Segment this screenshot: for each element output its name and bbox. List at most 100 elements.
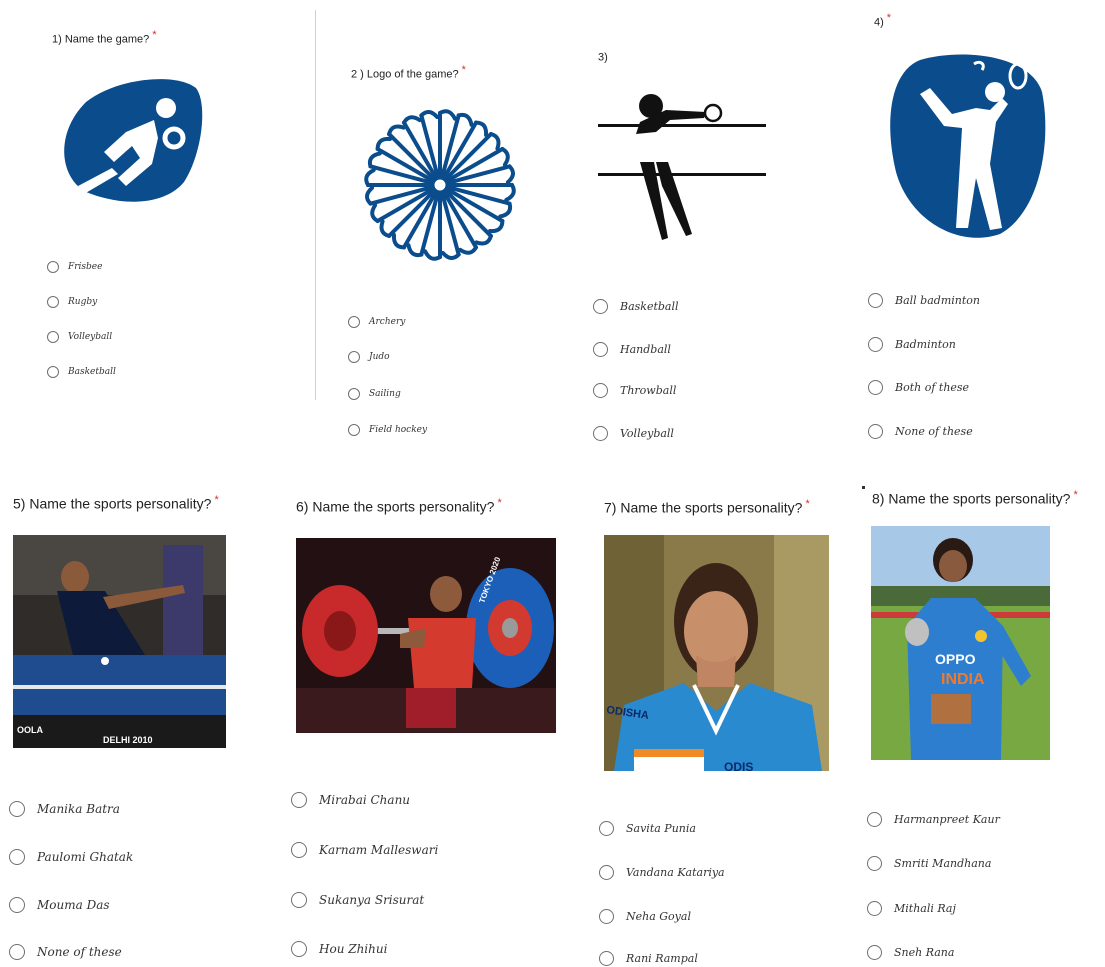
- radio-button[interactable]: [867, 856, 882, 871]
- q8-option-3[interactable]: Mithali Raj: [867, 901, 956, 916]
- q6-option-3[interactable]: Sukanya Srisurat: [291, 892, 424, 908]
- radio-button[interactable]: [868, 380, 883, 395]
- radio-button[interactable]: [9, 944, 25, 960]
- wheel-spoke-hook: [498, 201, 513, 219]
- q2-option-4[interactable]: Field hockey: [348, 424, 427, 436]
- q7-option-2[interactable]: Vandana Katariya: [599, 865, 725, 880]
- radio-button[interactable]: [599, 821, 614, 836]
- q8-option-4[interactable]: Sneh Rana: [867, 945, 954, 960]
- q2-option-2[interactable]: Judo: [348, 351, 390, 363]
- wheel-spoke-hook: [474, 233, 493, 246]
- svg-text:DELHI 2010: DELHI 2010: [103, 735, 153, 745]
- q8-option-2[interactable]: Smriti Mandhana: [867, 856, 991, 871]
- radio-button[interactable]: [867, 901, 882, 916]
- wheel-spoke-hook: [458, 245, 478, 255]
- question-1-title: 1) Name the game? *: [52, 29, 157, 46]
- hockey-player-photo: ODISHA ODIS: [604, 535, 829, 771]
- radio-button[interactable]: [868, 337, 883, 352]
- q7-option-1[interactable]: Savita Punia: [599, 821, 696, 836]
- question-6-title: 6) Name the sports personality? *: [296, 497, 502, 515]
- q5-option-1[interactable]: Manika Batra: [9, 801, 120, 817]
- wheel-hub: [431, 176, 449, 194]
- radio-button[interactable]: [47, 296, 59, 308]
- question-8-title: 8) Name the sports personality? *: [872, 489, 1078, 507]
- q5-option-2[interactable]: Paulomi Ghatak: [9, 849, 133, 865]
- handball-pictogram-icon: [56, 74, 204, 211]
- question-7-title: 7) Name the sports personality? *: [604, 498, 810, 516]
- wheel-spoke-hook: [365, 185, 375, 206]
- radio-button[interactable]: [868, 293, 883, 308]
- radio-button[interactable]: [348, 424, 360, 436]
- radio-button[interactable]: [593, 299, 608, 314]
- q1-option-1[interactable]: Frisbee: [47, 261, 102, 273]
- question-5-title: 5) Name the sports personality? *: [13, 494, 219, 512]
- radio-button[interactable]: [47, 366, 59, 378]
- radio-button[interactable]: [593, 383, 608, 398]
- q6-option-2[interactable]: Karnam Malleswari: [291, 842, 438, 858]
- wheel-spoke-hook: [505, 164, 515, 185]
- radio-button[interactable]: [599, 909, 614, 924]
- required-star: *: [461, 64, 466, 76]
- wheel-spoke-hook: [375, 136, 392, 151]
- required-star: *: [805, 498, 810, 510]
- q4-option-1[interactable]: Ball badminton: [868, 293, 980, 308]
- radio-button[interactable]: [348, 351, 360, 363]
- cricketer-photo: OPPO INDIA: [871, 526, 1050, 760]
- q7-option-4[interactable]: Rani Rampal: [599, 951, 698, 966]
- radio-button[interactable]: [348, 316, 360, 328]
- radio-button[interactable]: [868, 424, 883, 439]
- column-divider: [315, 10, 316, 400]
- radio-button[interactable]: [867, 945, 882, 960]
- required-star: *: [1073, 489, 1078, 501]
- q3-option-4[interactable]: Volleyball: [593, 426, 674, 441]
- required-star: *: [497, 497, 502, 509]
- q4-option-4[interactable]: None of these: [868, 424, 973, 439]
- q1-option-3[interactable]: Volleyball: [47, 331, 112, 343]
- q5-option-3[interactable]: Mouma Das: [9, 897, 110, 913]
- wheel-spoke-hook: [423, 249, 442, 261]
- radio-button[interactable]: [9, 801, 25, 817]
- radio-button[interactable]: [593, 426, 608, 441]
- radio-button[interactable]: [9, 897, 25, 913]
- wheel-spoke-hook: [438, 109, 457, 121]
- radio-button[interactable]: [291, 892, 307, 908]
- q6-option-4[interactable]: Hou Zhihui: [291, 941, 387, 957]
- radio-button[interactable]: [47, 261, 59, 273]
- radio-button[interactable]: [599, 951, 614, 966]
- wheel-spoke-hook: [406, 243, 424, 258]
- radio-button[interactable]: [599, 865, 614, 880]
- q3-option-3[interactable]: Throwball: [593, 383, 676, 398]
- wheel-spoke-hook: [370, 203, 380, 223]
- wheel-spoke-hook: [500, 147, 510, 167]
- q7-option-3[interactable]: Neha Goyal: [599, 909, 691, 924]
- radio-button[interactable]: [348, 388, 360, 400]
- radio-button[interactable]: [867, 812, 882, 827]
- q5-option-4[interactable]: None of these: [9, 944, 122, 960]
- wheel-spoke-hook: [364, 168, 376, 187]
- radio-button[interactable]: [291, 792, 307, 808]
- weightlifter-photo: TOKYO 2020: [296, 538, 556, 733]
- radio-button[interactable]: [9, 849, 25, 865]
- wheel-spoke-hook: [419, 110, 440, 120]
- radio-button[interactable]: [291, 941, 307, 957]
- q1-option-4[interactable]: Basketball: [47, 366, 116, 378]
- wheel-spoke-hook: [474, 120, 489, 137]
- radio-button[interactable]: [593, 342, 608, 357]
- q3-option-2[interactable]: Handball: [593, 342, 671, 357]
- q4-option-3[interactable]: Both of these: [868, 380, 969, 395]
- required-star: *: [152, 29, 157, 41]
- q4-option-2[interactable]: Badminton: [868, 337, 956, 352]
- q2-option-3[interactable]: Sailing: [348, 388, 401, 400]
- q8-option-1[interactable]: Harmanpreet Kaur: [867, 812, 1000, 827]
- q2-option-1[interactable]: Archery: [348, 316, 405, 328]
- svg-text:ODIS: ODIS: [724, 760, 753, 771]
- wheel-spoke-hook: [456, 112, 474, 127]
- radio-button[interactable]: [291, 842, 307, 858]
- radio-button[interactable]: [47, 331, 59, 343]
- q1-option-2[interactable]: Rugby: [47, 296, 97, 308]
- question-2-title: 2 ) Logo of the game? *: [351, 64, 466, 81]
- q6-option-1[interactable]: Mirabai Chanu: [291, 792, 410, 808]
- q3-option-1[interactable]: Basketball: [593, 299, 679, 314]
- svg-text:INDIA: INDIA: [941, 671, 985, 688]
- badminton-pictogram-icon: [890, 52, 1050, 245]
